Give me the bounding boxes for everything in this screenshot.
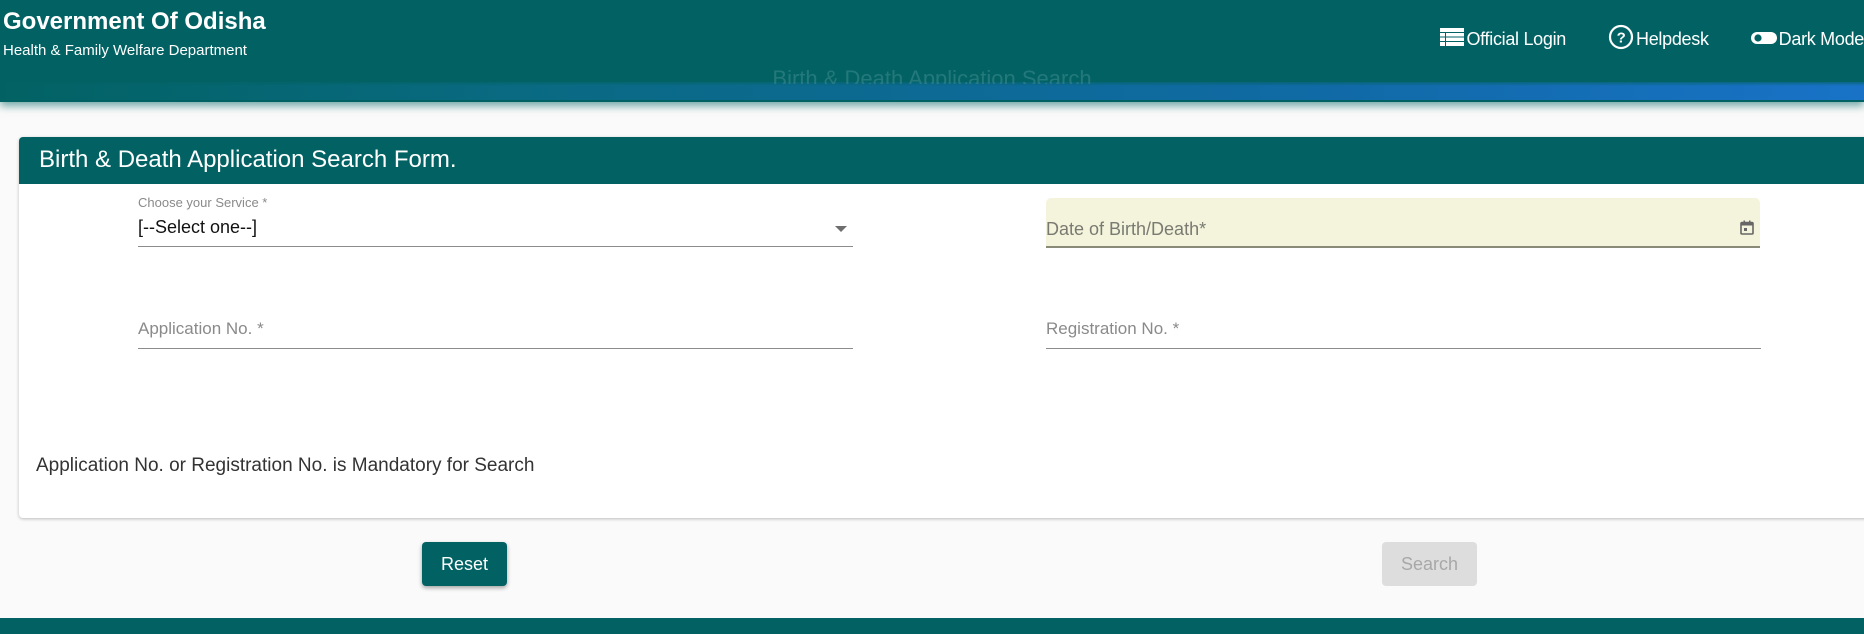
service-label: Choose your Service * (138, 195, 268, 210)
help-circle-icon: ? (1608, 24, 1636, 55)
search-button[interactable]: Search (1382, 542, 1477, 586)
date-of-birth-death-input[interactable]: Date of Birth/Death* (1046, 198, 1760, 248)
helpdesk-link[interactable]: ? Helpdesk (1608, 24, 1709, 55)
date-underline (1046, 246, 1760, 248)
application-no-input[interactable]: Application No. * (138, 307, 853, 349)
mandatory-note: Application No. or Registration No. is M… (36, 455, 535, 476)
date-placeholder: Date of Birth/Death* (1046, 219, 1207, 239)
reset-button[interactable]: Reset (422, 542, 507, 586)
registration-no-underline (1046, 348, 1761, 349)
official-login-label: Official Login (1466, 29, 1566, 49)
application-no-placeholder: Application No. * (138, 319, 264, 338)
registration-no-placeholder: Registration No. * (1046, 319, 1180, 338)
official-login-link[interactable]: Official Login (1440, 28, 1566, 51)
calendar-icon[interactable] (1740, 220, 1754, 240)
chevron-down-icon (835, 226, 847, 232)
list-icon (1440, 28, 1466, 51)
svg-text:?: ? (1617, 30, 1626, 47)
header-ghost-title: Birth & Death Application Search (772, 66, 1092, 84)
footer-bar (0, 618, 1864, 634)
service-select[interactable]: Choose your Service * [--Select one--] (138, 195, 853, 247)
application-no-underline (138, 348, 853, 349)
form-title: Birth & Death Application Search Form. (19, 137, 1864, 184)
brand-subtitle: Health & Family Welfare Department (3, 42, 247, 59)
search-form-card: Birth & Death Application Search Form. C… (19, 137, 1864, 518)
service-selected-value: [--Select one--] (138, 217, 258, 237)
dark-mode-label: Dark Mode (1778, 29, 1864, 49)
toggle-icon (1750, 29, 1779, 50)
registration-no-input[interactable]: Registration No. * (1046, 307, 1761, 349)
service-underline (138, 246, 853, 247)
header-nav: Official Login ? Helpdesk Dark Mode (1398, 24, 1864, 55)
top-header: Birth & Death Application Search Governm… (0, 0, 1864, 102)
dark-mode-toggle[interactable]: Dark Mode (1750, 29, 1864, 50)
helpdesk-label: Helpdesk (1636, 29, 1709, 49)
brand-title: Government Of Odisha (3, 8, 266, 35)
